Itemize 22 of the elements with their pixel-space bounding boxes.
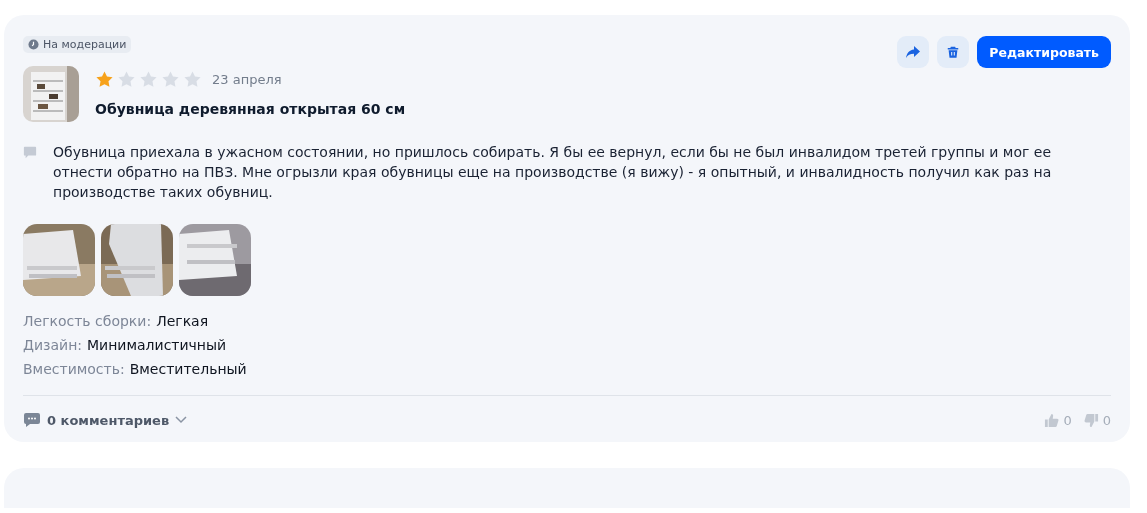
share-button[interactable] (897, 36, 930, 68)
attribute-label: Дизайн: (23, 336, 83, 355)
thumbs-up-icon (1044, 412, 1060, 428)
review-date: 23 апреля (212, 72, 282, 87)
comment-icon (23, 412, 41, 428)
delete-button[interactable] (937, 36, 970, 68)
trash-icon (946, 44, 961, 60)
edit-button[interactable]: Редактировать (977, 36, 1111, 68)
thumbs-down-icon (1083, 412, 1099, 428)
chevron-down-icon (175, 416, 188, 424)
attribute-label: Вместимость: (23, 360, 125, 379)
attribute-value: Минималистичный (87, 336, 227, 355)
moderation-badge: На модерации (23, 36, 132, 53)
attribute-label: Легкость сборки: (23, 312, 152, 331)
attribute-value: Вместительный (129, 360, 247, 379)
comments-toggle[interactable]: 0 комментариев (23, 408, 188, 432)
comment-icon (23, 145, 37, 159)
share-icon (905, 44, 922, 60)
product-title: Обувница деревянная открытая 60 см (95, 101, 406, 117)
review-text: Обувница приехала в ужасном состоянии, но пришлось собирать. Я бы ее вернул, если бы не был инвалидом третей группы и мог ее отнести обратно на ПВЗ. Мне огрызли края обувницы еще на производстве (я вижу) - я опытный, и инвалидность получил как раз на производстве таких обувниц. (53, 143, 1053, 202)
clock-icon (28, 39, 39, 50)
attribute-value: Легкая (156, 312, 209, 331)
